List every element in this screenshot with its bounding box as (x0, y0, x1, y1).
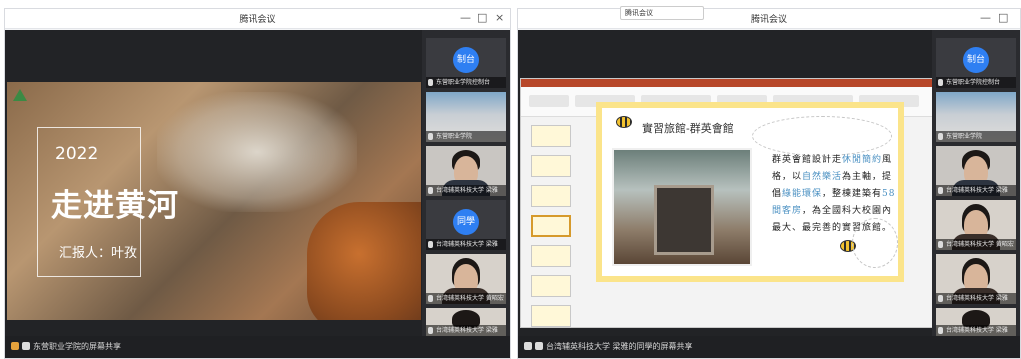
participant-tile[interactable]: 台湾辅英科技大学 梁雅 (936, 254, 1016, 304)
mic-icon (428, 295, 433, 302)
body-text-highlight: 休閒簡約 (842, 155, 883, 165)
participant-tile[interactable]: 东营职业学院 (426, 92, 506, 142)
mic-icon (938, 133, 943, 140)
left-bottom-bar: 东营职业学院的屏幕共享 (5, 336, 510, 358)
maximize-icon[interactable]: □ (477, 10, 487, 26)
left-window-title: 腾讯会议 (239, 15, 276, 25)
building-photo (612, 148, 752, 266)
participant-name: 东营职业学院控制台 (426, 77, 506, 88)
participant-name: 东营职业学院 (426, 131, 506, 142)
participant-name: 台湾辅英科技大学 黄昭宏 (426, 293, 506, 304)
left-shared-screen: 2022 走进黄河 汇报人：叶孜 (5, 30, 423, 336)
minimize-icon[interactable]: — (980, 10, 991, 26)
slide-canvas: 實習旅館-群英會館 群英會館設計走休閒簡約風格，以自然樂活為主軸，提倡綠能環保，… (596, 102, 904, 282)
participant-tile[interactable]: 制台 东营职业学院控制台 (936, 38, 1016, 88)
slide-thumbnail-selected[interactable] (531, 215, 571, 237)
slide-thumbnail[interactable] (531, 245, 571, 267)
participant-avatar: 制台 (963, 47, 989, 73)
participant-avatar: 制台 (453, 47, 479, 73)
powerpoint-titlebar (521, 79, 933, 87)
slide-title: 實習旅館-群英會館 (642, 122, 734, 135)
participant-tile[interactable]: 东营职业学院 (936, 92, 1016, 142)
bee-icon (616, 116, 632, 128)
mic-icon (938, 241, 943, 248)
dotted-decoration (752, 116, 892, 156)
participant-tile[interactable]: 台湾辅英科技大学 梁雅 (936, 308, 1016, 336)
participant-tile[interactable]: 制台 东营职业学院控制台 (426, 38, 506, 88)
share-screen-icon[interactable] (11, 342, 19, 350)
participant-tile[interactable]: 台湾辅英科技大学 梁雅 (426, 308, 506, 336)
right-meeting-window: 腾讯会议 — □ 實習旅館-群英會館 群英會館設計走休閒簡約風格，以自然樂活為主… (517, 8, 1021, 359)
slide-card: 實習旅館-群英會館 群英會館設計走休閒簡約風格，以自然樂活為主軸，提倡綠能環保，… (602, 108, 898, 276)
mic-icon (428, 133, 433, 140)
body-text-highlight: 綠能環保 (782, 189, 823, 199)
slide-thumbnail[interactable] (531, 185, 571, 207)
right-bottom-bar: 台湾辅英科技大学 梁雅的同學的屏幕共享 (518, 336, 1020, 358)
mic-icon[interactable] (22, 342, 30, 350)
participant-tile[interactable]: 台湾辅英科技大学 梁雅 (936, 146, 1016, 196)
mic-icon (938, 295, 943, 302)
mic-icon (428, 187, 433, 194)
left-meeting-window: 腾讯会议 — □ × 2022 走进黄河 汇报人：叶孜 制台 东营职业学院控制台… (4, 8, 511, 359)
close-icon[interactable]: × (495, 10, 504, 26)
participant-name: 台湾辅英科技大学 梁雅 (936, 185, 1016, 196)
participant-name: 台湾辅英科技大学 梁雅 (936, 325, 1016, 336)
minimize-icon[interactable]: — (460, 10, 471, 26)
rock-formation (307, 202, 421, 320)
building-entrance (654, 185, 714, 255)
ribbon-group[interactable] (529, 95, 569, 107)
participant-name: 台湾辅英科技大学 梁雅 (426, 185, 506, 196)
mic-icon (428, 79, 433, 86)
slide-thumbnails (525, 121, 571, 327)
slide-thumbnail[interactable] (531, 125, 571, 147)
participant-avatar: 同學 (453, 209, 479, 235)
participant-name: 台湾辅英科技大学 梁雅 (426, 325, 506, 336)
mic-icon (428, 327, 433, 334)
mic-icon (428, 241, 433, 248)
slide-reporter: 汇报人：叶孜 (59, 246, 138, 261)
right-shared-screen: 實習旅館-群英會館 群英會館設計走休閒簡約風格，以自然樂活為主軸，提倡綠能環保，… (518, 30, 936, 336)
right-participant-panel: 制台 东营职业学院控制台 东营职业学院 台湾辅英科技大学 梁雅 台湾辅英科技大学… (932, 30, 1020, 336)
participant-tile[interactable]: 台湾辅英科技大学 黄昭宏 (936, 200, 1016, 250)
mic-icon (938, 79, 943, 86)
participant-name: 台湾辅英科技大学 梁雅 (426, 239, 506, 250)
dotted-decoration (852, 218, 898, 268)
left-titlebar: 腾讯会议 — □ × (5, 9, 510, 29)
body-text-highlight: 自然樂活 (802, 172, 843, 182)
slide-heading: 走进黄河 (51, 188, 179, 224)
right-window-title: 腾讯会议 (750, 15, 787, 25)
share-screen-icon[interactable] (524, 342, 532, 350)
participant-name: 台湾辅英科技大学 梁雅 (936, 293, 1016, 304)
slide-thumbnail[interactable] (531, 275, 571, 297)
yellow-river-slide: 2022 走进黄河 汇报人：叶孜 (7, 82, 421, 320)
right-titlebar: 腾讯会议 — □ (518, 9, 1020, 29)
slide-year: 2022 (55, 144, 99, 164)
mic-icon[interactable] (535, 342, 543, 350)
school-logo (13, 87, 57, 103)
participant-name: 东营职业学院控制台 (936, 77, 1016, 88)
body-text-segment: 群英會館設計走 (772, 155, 843, 165)
slide-thumbnail[interactable] (531, 305, 571, 327)
screen-share-label: 台湾辅英科技大学 梁雅的同學的屏幕共享 (546, 342, 693, 351)
waterfall-mist (157, 92, 357, 212)
meeting-tooltip: 腾讯会议 (620, 6, 704, 20)
left-participant-panel: 制台 东营职业学院控制台 东营职业学院 台湾辅英科技大学 梁雅 同學 台湾辅英科… (422, 30, 510, 336)
mic-icon (938, 187, 943, 194)
participant-tile[interactable]: 同學 台湾辅英科技大学 梁雅 (426, 200, 506, 250)
maximize-icon[interactable]: □ (998, 10, 1008, 26)
mic-icon (938, 327, 943, 334)
participant-tile[interactable]: 台湾辅英科技大学 梁雅 (426, 146, 506, 196)
participant-name: 台湾辅英科技大学 黄昭宏 (936, 239, 1016, 250)
mountain-logo-icon (13, 89, 27, 101)
body-text-segment: ，整棟建築有 (822, 189, 883, 199)
screen-share-label: 东营职业学院的屏幕共享 (33, 342, 121, 351)
participant-name: 东营职业学院 (936, 131, 1016, 142)
slide-thumbnail[interactable] (531, 155, 571, 177)
participant-tile[interactable]: 台湾辅英科技大学 黄昭宏 (426, 254, 506, 304)
